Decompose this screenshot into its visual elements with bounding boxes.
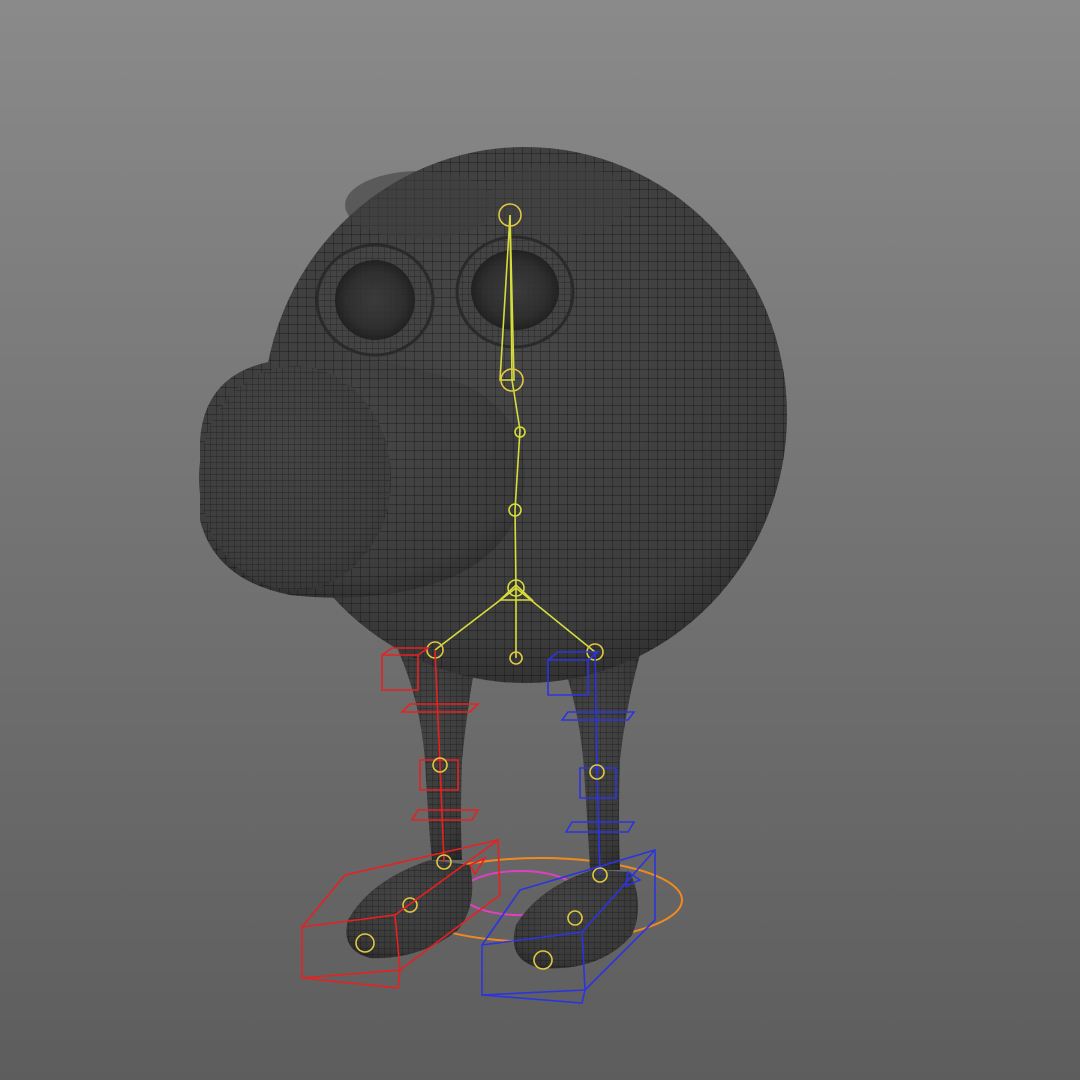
3d-viewport[interactable]: [0, 0, 1080, 1080]
right-leg-mesh[interactable]: [513, 655, 640, 969]
viewport-scene[interactable]: [0, 0, 1080, 1080]
snout-mesh[interactable]: [199, 357, 525, 598]
left-eye-socket[interactable]: [315, 243, 435, 357]
right-eye-socket[interactable]: [455, 235, 575, 349]
